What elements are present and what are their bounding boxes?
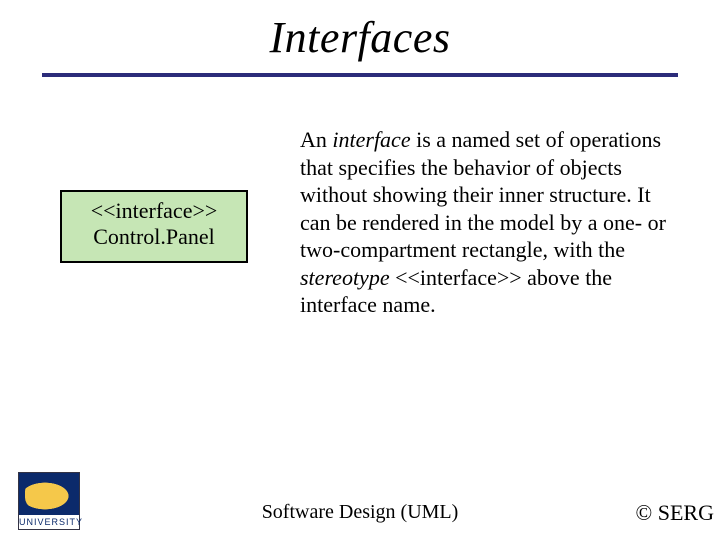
description-paragraph: An interface is a named set of operation… [300, 126, 680, 319]
desc-emph-stereotype: stereotype [300, 265, 390, 290]
uml-interface-box: <<interface>> Control.Panel [60, 190, 248, 263]
footer-center-text: Software Design (UML) [0, 501, 720, 524]
title-underline [42, 73, 678, 77]
footer-copyright: © SERG [636, 500, 714, 526]
footer: UNIVERSITY Software Design (UML) © SERG [0, 470, 720, 530]
desc-emph-interface: interface [332, 127, 410, 152]
uml-stereotype-label: <<interface>> [70, 198, 238, 224]
uml-interface-name: Control.Panel [70, 224, 238, 250]
desc-text-1: An [300, 127, 332, 152]
slide-title: Interfaces [0, 0, 720, 63]
slide: Interfaces <<interface>> Control.Panel A… [0, 0, 720, 540]
